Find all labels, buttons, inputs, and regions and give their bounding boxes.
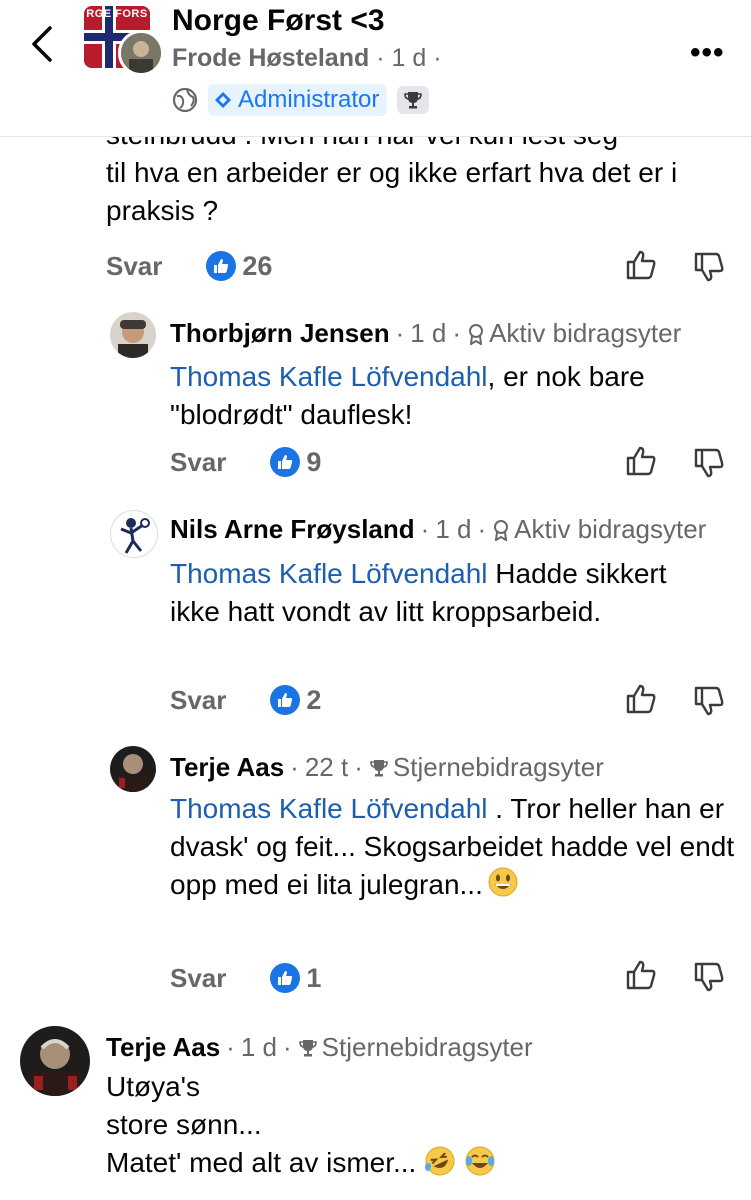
tears-of-joy-emoji-icon xyxy=(464,1145,496,1177)
trophy-icon xyxy=(298,1039,317,1056)
reply-author[interactable]: Terje Aas xyxy=(170,752,284,783)
reply-actions: Svar 2 xyxy=(170,682,321,718)
comment-text: Utøya's store sønn... Matet' med alt av … xyxy=(106,1068,706,1182)
role-label: Aktiv bidragsyter xyxy=(489,318,682,348)
thumbs-up-icon[interactable] xyxy=(624,248,658,282)
globe-icon xyxy=(172,87,198,113)
comment-time[interactable]: 1 d xyxy=(241,1032,277,1063)
comment-author-line: Terje Aas · 1 d · Stjernebidragsyter xyxy=(106,1032,533,1063)
administrator-badge[interactable]: Administrator xyxy=(208,84,388,116)
role-badge[interactable]: Aktiv bidragsyter xyxy=(467,318,681,349)
reply-actions: Svar 1 xyxy=(170,960,321,996)
reply-button[interactable]: Svar xyxy=(170,963,226,994)
thumbs-down-icon[interactable] xyxy=(692,684,726,718)
role-badge[interactable]: Aktiv bidragsyter xyxy=(492,514,706,545)
reply-text: Thomas Kafle Löfvendahl . Tror heller ha… xyxy=(170,790,740,904)
parent-comment-actions: Svar 26 xyxy=(106,248,272,284)
like-icon xyxy=(270,963,301,993)
role-badge[interactable]: Stjernebidragsyter xyxy=(369,752,604,783)
medal-icon xyxy=(469,323,484,345)
reply-time[interactable]: 1 d xyxy=(435,514,471,545)
role-badge[interactable]: Stjernebidragsyter xyxy=(298,1032,533,1063)
comment-line-last: Matet' med alt av ismer... xyxy=(106,1144,706,1182)
group-avatar-text: RGE FORS xyxy=(86,8,148,20)
avatar[interactable] xyxy=(110,312,156,358)
medal-icon xyxy=(494,519,509,541)
like-count-value: 1 xyxy=(306,962,322,993)
reply-author[interactable]: Thorbjørn Jensen xyxy=(170,318,390,349)
reply-time[interactable]: 1 d xyxy=(410,318,446,349)
like-count[interactable]: 26 xyxy=(206,251,272,282)
reply-text: Thomas Kafle Löfvendahl, er nok bare "bl… xyxy=(170,358,750,434)
like-count[interactable]: 1 xyxy=(270,963,321,994)
role-label: Aktiv bidragsyter xyxy=(514,514,707,544)
like-icon xyxy=(270,685,301,715)
reply-time[interactable]: 22 t xyxy=(305,752,348,783)
trophy-icon xyxy=(404,92,423,109)
reply-author-line: Terje Aas · 22 t · Stjernebidragsyter xyxy=(170,752,604,783)
trophy-badge[interactable] xyxy=(397,86,430,114)
avatar[interactable] xyxy=(110,746,156,792)
reply-button[interactable]: Svar xyxy=(170,447,226,478)
comment-line: Utøya's xyxy=(106,1071,201,1102)
group-title[interactable]: Norge Først <3 xyxy=(172,4,385,38)
like-count-value: 9 xyxy=(306,446,322,477)
like-icon xyxy=(270,447,301,477)
thumbs-down-icon[interactable] xyxy=(692,250,726,284)
post-time[interactable]: 1 d xyxy=(391,44,426,72)
administrator-label: Administrator xyxy=(238,86,380,113)
reply-actions: Svar 9 xyxy=(170,444,321,480)
reply-author[interactable]: Nils Arne Frøysland xyxy=(170,514,415,545)
more-options-icon[interactable]: ••• xyxy=(690,36,725,70)
reply-button[interactable]: Svar xyxy=(170,685,226,716)
comment-line: store sønn... xyxy=(106,1109,262,1140)
like-icon xyxy=(206,251,237,281)
group-header: RGE FORS Norge Først <3 Frode Høsteland … xyxy=(0,0,751,137)
trophy-icon xyxy=(370,759,388,776)
back-arrow-icon[interactable] xyxy=(26,22,60,66)
thumbs-up-icon[interactable] xyxy=(624,958,658,992)
role-label: Stjernebidragsyter xyxy=(392,752,604,782)
avatar[interactable] xyxy=(20,1026,90,1096)
mention-link[interactable]: Thomas Kafle Löfvendahl xyxy=(170,793,488,824)
like-count[interactable]: 2 xyxy=(270,685,321,716)
avatar[interactable] xyxy=(110,510,158,558)
reply-text: Thomas Kafle Löfvendahl Hadde sikkert ik… xyxy=(170,555,670,631)
grinning-emoji-icon xyxy=(487,866,519,898)
comment-author[interactable]: Terje Aas xyxy=(106,1032,220,1063)
thumbs-down-icon[interactable] xyxy=(692,446,726,480)
parent-comment-text: til hva en arbeider er og ikke erfart hv… xyxy=(106,157,678,226)
post-meta: Frode Høsteland · 1 d · xyxy=(172,44,442,72)
reply-author-line: Nils Arne Frøysland · 1 d · Aktiv bidrag… xyxy=(170,514,707,545)
rofl-emoji-icon xyxy=(424,1145,456,1177)
reply-button[interactable]: Svar xyxy=(106,251,162,282)
like-count[interactable]: 9 xyxy=(270,447,321,478)
like-count-value: 26 xyxy=(242,250,273,281)
admin-shield-icon xyxy=(215,92,231,108)
author-badges: Administrator xyxy=(172,84,430,116)
comment-line: Matet' med alt av ismer... xyxy=(106,1147,417,1178)
mention-link[interactable]: Thomas Kafle Löfvendahl xyxy=(170,361,488,392)
like-count-value: 2 xyxy=(306,684,322,715)
reply-author-line: Thorbjørn Jensen · 1 d · Aktiv bidragsyt… xyxy=(170,318,682,349)
admin-avatar[interactable] xyxy=(118,30,164,76)
thumbs-up-icon[interactable] xyxy=(624,444,658,478)
mention-link[interactable]: Thomas Kafle Löfvendahl xyxy=(170,558,488,589)
post-author[interactable]: Frode Høsteland xyxy=(172,44,369,72)
thumbs-up-icon[interactable] xyxy=(624,682,658,716)
role-label: Stjernebidragsyter xyxy=(321,1032,533,1062)
thumbs-down-icon[interactable] xyxy=(692,960,726,994)
